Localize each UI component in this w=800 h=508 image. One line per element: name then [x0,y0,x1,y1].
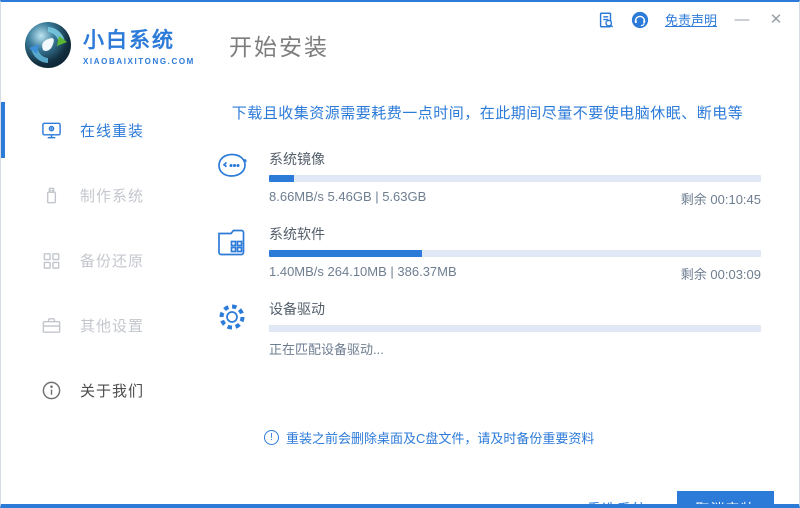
task-system-software: 系统软件 1.40MB/s 264.10MB | 386.37MB 剩余 00:… [214,224,761,283]
reselect-system-button[interactable]: 重选系统 [587,499,647,504]
task-status: 8.66MB/s 5.46GB | 5.63GB [269,189,427,204]
sidebar-item-label: 在线重装 [80,122,145,140]
task-status: 1.40MB/s 264.10MB | 386.37MB [269,264,457,279]
titlebar-controls: 免责声明 — ✕ [597,10,785,29]
usb-drive-icon [46,187,57,203]
minimize-button[interactable]: — [733,11,751,29]
alert-circle-icon: ! [264,430,279,445]
task-remaining: 剩余 00:03:09 [680,267,761,282]
backup-note-text: 重装之前会删除桌面及C盘文件，请及时备份重要资料 [286,431,595,446]
app-logo-icon [25,22,71,68]
sidebar-item-backup-restore[interactable]: 备份还原 [41,240,171,280]
folder-apps-icon [218,229,245,256]
sidebar: 在线重装 制作系统 备份还原 其他设置 关于我们 [1,88,171,500]
task-remaining: 剩余 00:10:45 [680,192,761,207]
close-button[interactable]: ✕ [767,11,785,29]
brand-domain: XIAOBAIXITONG.COM [83,57,195,66]
header: 小白系统 XIAOBAIXITONG.COM 开始安装 免责声明 — ✕ [1,2,799,88]
mascot-face-icon [218,153,247,177]
sidebar-item-label: 其他设置 [80,317,145,335]
main-content: 下载且收集资源需要耗费一点时间，在此期间尽量不要使电脑休眠、断电等 系统镜像 8… [171,88,799,504]
sidebar-item-label: 备份还原 [80,252,145,270]
customer-support-icon[interactable] [631,11,649,29]
sidebar-item-online-reinstall[interactable]: 在线重装 [1,102,171,158]
gear-icon [219,304,245,330]
briefcase-icon [42,317,61,333]
sidebar-item-label: 关于我们 [80,382,145,400]
task-status: 正在匹配设备驱动... [269,342,384,357]
progress-bar [269,175,761,182]
active-indicator [1,102,5,158]
task-name: 设备驱动 [269,301,325,317]
progress-fill [269,250,422,257]
progress-bar [269,250,761,257]
brand-text: 小白系统 XIAOBAIXITONG.COM [83,24,195,66]
task-system-image: 系统镜像 8.66MB/s 5.46GB | 5.63GB 剩余 00:10:4… [214,149,761,208]
brand-name: 小白系统 [83,29,175,52]
backup-grid-icon [43,252,60,269]
app-window: 小白系统 XIAOBAIXITONG.COM 开始安装 免责声明 — ✕ 在线重… [0,0,800,508]
progress-fill [269,175,294,182]
sidebar-item-make-system[interactable]: 制作系统 [41,175,171,215]
sidebar-item-about-us[interactable]: 关于我们 [41,370,171,410]
page-title: 开始安装 [228,34,329,60]
info-icon [42,381,61,399]
footer-actions: 重选系统 取消安装 [214,491,774,504]
monitor-icon [42,122,61,138]
sidebar-item-other-settings[interactable]: 其他设置 [41,305,171,345]
sidebar-item-label: 制作系统 [80,187,145,205]
backup-note: ! 重装之前会删除桌面及C盘文件，请及时备份重要资料 [264,428,761,447]
progress-bar [269,325,761,332]
warning-text: 下载且收集资源需要耗费一点时间，在此期间尽量不要使电脑休眠、断电等 [231,105,744,122]
task-device-driver: 设备驱动 正在匹配设备驱动... [214,299,761,358]
disclaimer-link[interactable]: 免责声明 [665,10,717,29]
task-name: 系统镜像 [269,151,325,167]
body: 在线重装 制作系统 备份还原 其他设置 关于我们 下载且收集资源需要耗费一点时间… [1,88,799,504]
task-name: 系统软件 [269,226,325,242]
log-viewer-icon[interactable] [597,11,615,29]
task-list: 系统镜像 8.66MB/s 5.46GB | 5.63GB 剩余 00:10:4… [214,149,761,358]
cancel-install-button[interactable]: 取消安装 [677,491,774,504]
